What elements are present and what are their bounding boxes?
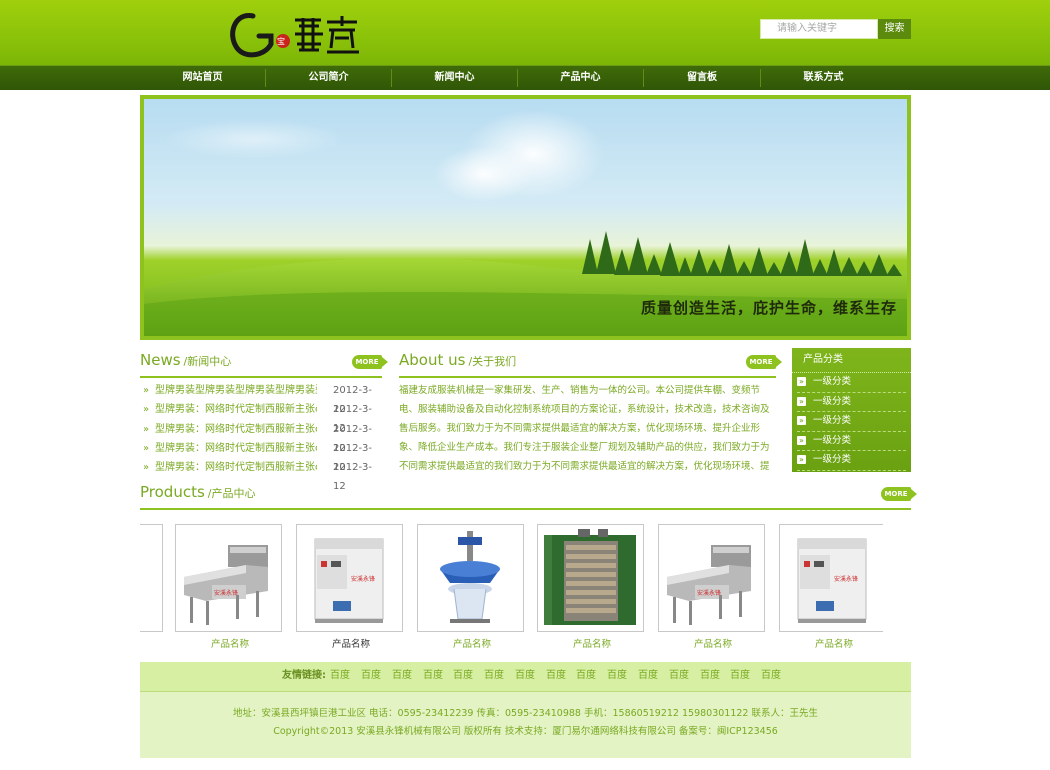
news-title-en: News xyxy=(140,351,181,369)
news-list: » 型牌男装型牌男装型牌男装型牌男装型 2012-3-12 » 型牌男装：网络时代定制… xyxy=(140,381,382,492)
cabinet-machine-image: 安溪永锋 xyxy=(314,538,384,623)
screening-machine-image: 安溪永锋 xyxy=(667,545,751,625)
news-title[interactable]: 型牌男装：网络时代定制西服新主张c xyxy=(155,400,317,419)
product-image[interactable]: 安溪永锋 xyxy=(658,524,765,632)
main-nav: 网站首页 公司简介 新闻中心 产品中心 留言板 联系方式 xyxy=(0,65,1050,90)
cabinet-machine-image: 安溪永锋 xyxy=(797,538,867,623)
category-item[interactable]: 一级分类 xyxy=(797,393,906,412)
friend-link[interactable]: 百度 xyxy=(730,662,750,690)
products-section-title: Products/产品中心 MORE xyxy=(140,482,917,510)
nav-item-home[interactable]: 网站首页 xyxy=(140,66,265,90)
product-image[interactable] xyxy=(537,524,644,632)
news-title[interactable]: 型牌男装：网络时代定制西服新主张c xyxy=(155,439,317,458)
list-item[interactable]: » 型牌男装：网络时代定制西服新主张c 2012-3-12 xyxy=(140,458,382,492)
vibrating-sieve-image xyxy=(440,531,500,623)
product-image[interactable] xyxy=(140,524,163,632)
about-section-title: About us/关于我们 MORE xyxy=(399,350,782,378)
product-name[interactable]: 产品名称 xyxy=(779,636,889,650)
nav-item-guestbook[interactable]: 留言板 xyxy=(644,66,760,90)
friend-link[interactable]: 百度 xyxy=(330,662,350,690)
about-text: 福建友成服装机械是一家集研发、生产、销售为一体的公司。本公司提供车棚、变频节电、… xyxy=(399,385,770,472)
product-name[interactable]: 产品名称 xyxy=(296,636,406,650)
category-item[interactable]: 一级分类 xyxy=(797,412,906,432)
product-image[interactable]: 安溪永锋 xyxy=(175,524,282,632)
product-image[interactable]: 安溪永锋 xyxy=(779,524,883,632)
about-title-cn: /关于我们 xyxy=(468,355,517,368)
friend-link[interactable]: 百度 xyxy=(484,662,504,690)
friend-link[interactable]: 百度 xyxy=(392,662,412,690)
site-logo[interactable]: 宝 xyxy=(225,4,365,64)
friend-link[interactable]: 百度 xyxy=(453,662,473,690)
product-name[interactable]: 产品名称 xyxy=(537,636,647,650)
category-item[interactable]: 一级分类 xyxy=(797,373,906,393)
products-title-cn: /产品中心 xyxy=(207,487,256,500)
product-image[interactable] xyxy=(417,524,524,632)
product-carousel: 安溪永锋 产品名称 安溪永锋 产品名称 产品名称 产品名称 安溪永锋 产品名称 … xyxy=(140,518,911,658)
category-sidebar: 产品分类 一级分类 一级分类 一级分类 一级分类 一级分类 xyxy=(792,348,911,472)
news-title[interactable]: 型牌男装：网络时代定制西服新主张c xyxy=(155,420,317,439)
friend-link[interactable]: 百度 xyxy=(700,662,720,690)
friend-links-bar: 友情链接: 百度 百度 百度 百度 百度 百度 百度 百度 百度 百度 百度 百… xyxy=(140,662,911,692)
friend-link[interactable]: 百度 xyxy=(607,662,627,690)
friend-links-label: 友情链接: xyxy=(282,670,326,681)
news-title[interactable]: 型牌男装型牌男装型牌男装型牌男装型 xyxy=(155,381,317,400)
list-item[interactable]: » 型牌男装：网络时代定制西服新主张c 2012-3-12 xyxy=(140,439,382,473)
friend-link[interactable]: 百度 xyxy=(361,662,381,690)
hero-banner: 质量创造生活，庇护生命，维系生存 xyxy=(140,95,911,340)
news-section-title: News/新闻中心 MORE xyxy=(140,350,388,378)
svg-text:安溪永锋: 安溪永锋 xyxy=(351,575,375,583)
news-title-cn: /新闻中心 xyxy=(183,355,232,368)
banner-slogan: 质量创造生活，庇护生命，维系生存 xyxy=(640,299,897,317)
nav-item-contact[interactable]: 联系方式 xyxy=(761,66,886,90)
list-item[interactable]: » 型牌男装型牌男装型牌男装型牌男装型 2012-3-12 xyxy=(140,381,382,415)
nav-item-news[interactable]: 新闻中心 xyxy=(392,66,517,90)
footer-contact: 地址：安溪县西坪镇巨港工业区 电话：0595-23412239 传真：0595-… xyxy=(233,708,818,719)
list-item[interactable]: » 型牌男装：网络时代定制西服新主张c 2012-3-12 xyxy=(140,400,382,434)
double-arrow-icon: » xyxy=(143,385,150,396)
footer-copyright: Copyright©2013 安溪县永锋机械有限公司 版权所有 技术支持：厦门易… xyxy=(273,726,778,737)
product-image[interactable]: 安溪永锋 xyxy=(296,524,403,632)
friend-link[interactable]: 百度 xyxy=(515,662,535,690)
double-arrow-icon: » xyxy=(143,423,150,435)
nav-item-about[interactable]: 公司简介 xyxy=(266,66,391,90)
product-name[interactable]: 产品名称 xyxy=(175,636,285,650)
products-title-en: Products xyxy=(140,483,205,501)
news-more-button[interactable]: MORE xyxy=(352,355,388,369)
svg-text:安溪永锋: 安溪永锋 xyxy=(697,589,721,597)
svg-text:安溪永锋: 安溪永锋 xyxy=(214,589,238,597)
double-arrow-icon: » xyxy=(143,404,150,416)
search-button[interactable]: 搜索 xyxy=(878,19,911,39)
category-item[interactable]: 一级分类 xyxy=(797,451,906,471)
about-more-button[interactable]: MORE xyxy=(746,355,782,369)
friend-link[interactable]: 百度 xyxy=(546,662,566,690)
friend-link[interactable]: 百度 xyxy=(576,662,596,690)
product-name[interactable]: 产品名称 xyxy=(658,636,768,650)
category-item[interactable]: 一级分类 xyxy=(797,432,906,451)
double-arrow-icon: » xyxy=(143,442,150,454)
about-title-en: About us xyxy=(399,351,466,369)
friend-link[interactable]: 百度 xyxy=(638,662,658,690)
site-footer: 地址：安溪县西坪镇巨港工业区 电话：0595-23412239 传真：0595-… xyxy=(140,692,911,758)
screening-machine-image: 安溪永锋 xyxy=(184,545,268,625)
friend-link[interactable]: 百度 xyxy=(669,662,689,690)
drying-oven-image xyxy=(544,529,636,625)
products-more-button[interactable]: MORE xyxy=(881,487,917,501)
friend-link[interactable]: 百度 xyxy=(423,662,443,690)
friend-link[interactable]: 百度 xyxy=(761,662,781,690)
category-title: 产品分类 xyxy=(792,348,911,373)
site-header: 宝 请输入关键字 搜索 xyxy=(0,0,1050,65)
product-name[interactable]: 产品名称 xyxy=(417,636,527,650)
nav-item-products[interactable]: 产品中心 xyxy=(518,66,643,90)
list-item[interactable]: » 型牌男装：网络时代定制西服新主张c 2012-3-12 xyxy=(140,420,382,454)
svg-text:安溪永锋: 安溪永锋 xyxy=(834,575,858,583)
search-input[interactable]: 请输入关键字 xyxy=(760,19,878,39)
news-title[interactable]: 型牌男装：网络时代定制西服新主张c xyxy=(155,458,317,477)
svg-text:宝: 宝 xyxy=(277,36,285,46)
double-arrow-icon: » xyxy=(143,462,150,474)
